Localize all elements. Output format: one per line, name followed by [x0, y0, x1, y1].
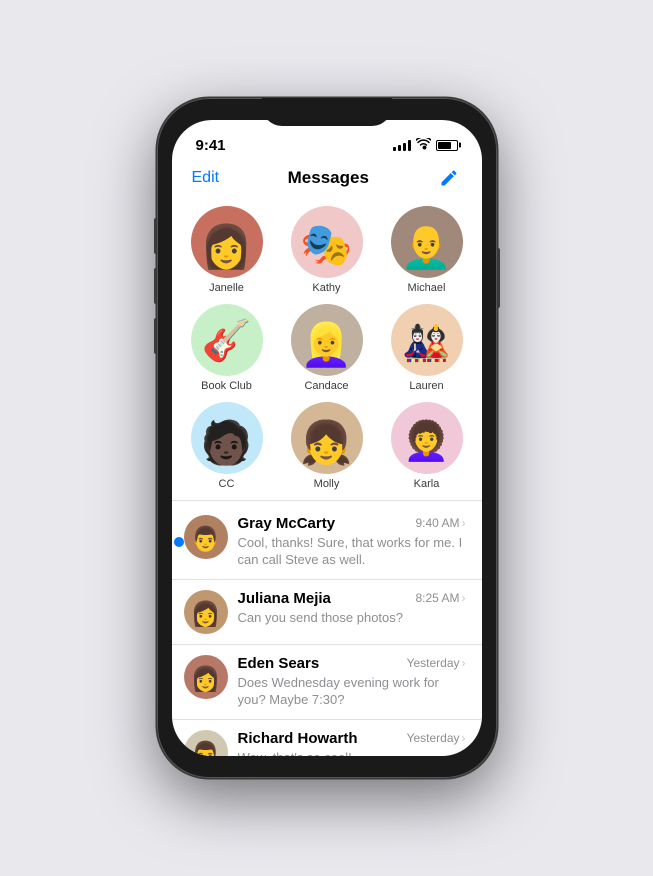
message-content: Gray McCarty 9:40 AM › Cool, thanks! Sur… [238, 515, 466, 569]
message-preview: Can you send those photos? [238, 609, 466, 627]
pinned-contact-lauren[interactable]: 🎎 Lauren [382, 304, 472, 392]
contact-name-lauren: Lauren [409, 380, 443, 392]
battery-icon [436, 140, 458, 151]
contact-name-kathy: Kathy [312, 282, 340, 294]
page-title: Messages [288, 168, 369, 188]
message-item-eden-sears[interactable]: 👩 Eden Sears Yesterday › Does Wednesday … [172, 645, 482, 720]
message-content: Eden Sears Yesterday › Does Wednesday ev… [238, 655, 466, 709]
contact-name-candace: Candace [304, 380, 348, 392]
phone-frame: 9:41 [157, 98, 497, 778]
contact-name-karla: Karla [414, 478, 440, 490]
pinned-contact-cc[interactable]: 🧑🏿 CC [182, 402, 272, 490]
message-item-gray-mccarty[interactable]: 👨 Gray McCarty 9:40 AM › Cool, thanks! S… [172, 505, 482, 580]
status-icons [393, 138, 458, 153]
nav-bar: Edit Messages [172, 162, 482, 198]
pinned-contact-kathy[interactable]: 🎭 Kathy [282, 206, 372, 294]
message-list: 👨 Gray McCarty 9:40 AM › Cool, thanks! S… [172, 505, 482, 757]
message-time: Yesterday › [407, 656, 466, 670]
message-preview: Does Wednesday evening work for you? May… [238, 674, 466, 709]
pinned-contact-book-club[interactable]: 🎸 Book Club [182, 304, 272, 392]
sender-name: Juliana Mejia [238, 590, 331, 607]
message-time: 9:40 AM › [415, 516, 465, 530]
status-bar: 9:41 [172, 120, 482, 162]
pinned-contact-candace[interactable]: 👱‍♀️ Candace [282, 304, 372, 392]
edit-button[interactable]: Edit [192, 169, 220, 187]
message-preview: Wow, that's so cool! [238, 749, 466, 756]
message-item-juliana-mejia[interactable]: 👩 Juliana Mejia 8:25 AM › Can you send t… [172, 580, 482, 645]
message-preview: Cool, thanks! Sure, that works for me. I… [238, 534, 466, 569]
message-content: Juliana Mejia 8:25 AM › Can you send tho… [238, 590, 466, 627]
pinned-contact-janelle[interactable]: 👩 Janelle [182, 206, 272, 294]
message-item-richard-howarth[interactable]: 👨 Richard Howarth Yesterday › Wow, that'… [172, 720, 482, 756]
signal-bars-icon [393, 139, 411, 151]
message-time: Yesterday › [407, 731, 466, 745]
pinned-contact-molly[interactable]: 👧 Molly [282, 402, 372, 490]
notch [262, 98, 392, 126]
sender-name: Gray McCarty [238, 515, 336, 532]
contact-name-janelle: Janelle [209, 282, 244, 294]
message-content: Richard Howarth Yesterday › Wow, that's … [238, 730, 466, 756]
message-time: 8:25 AM › [415, 591, 465, 605]
phone-screen: 9:41 [172, 120, 482, 756]
compose-button[interactable] [437, 166, 461, 190]
wifi-icon [416, 138, 431, 153]
sender-name: Richard Howarth [238, 730, 358, 747]
unread-indicator [174, 537, 184, 547]
pinned-contact-michael[interactable]: 👨‍🦲 Michael [382, 206, 472, 294]
contact-name-book-club: Book Club [201, 380, 252, 392]
contact-name-michael: Michael [408, 282, 446, 294]
contact-name-cc: CC [219, 478, 235, 490]
sender-name: Eden Sears [238, 655, 320, 672]
contact-name-molly: Molly [314, 478, 340, 490]
pinned-contact-karla[interactable]: 👩‍🦱 Karla [382, 402, 472, 490]
pinned-contacts-section: 👩 Janelle 🎭 Kathy 👨‍🦲 Michael [172, 198, 482, 496]
section-divider [172, 500, 482, 501]
pinned-contacts-grid: 👩 Janelle 🎭 Kathy 👨‍🦲 Michael [182, 206, 472, 490]
status-time: 9:41 [196, 137, 226, 154]
